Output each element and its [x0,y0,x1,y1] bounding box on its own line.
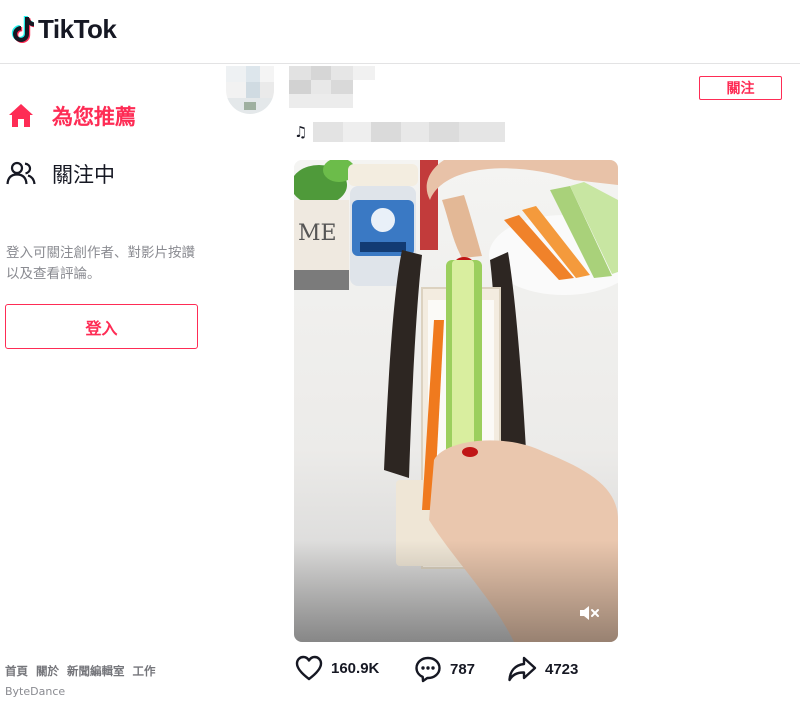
sidebar-item-following[interactable]: 關注中 [6,159,115,189]
svg-text:ME: ME [298,221,337,246]
footer-link-newsroom[interactable]: 新聞編輯室 [67,663,125,679]
footer-link-careers[interactable]: 工作 [133,663,156,679]
share-button[interactable]: 4723 [507,655,578,683]
footer-link-home[interactable]: 首頁 [5,663,28,679]
sidebar: 為您推薦 關注中 登入可關注創作者、對影片按讚以及查看評論。 登入 首頁 關於 … [0,65,215,703]
tiktok-logo[interactable]: TikTok [10,14,117,45]
top-bar: TikTok [0,0,800,64]
video-player[interactable]: ME [294,160,618,642]
home-icon [6,101,36,131]
footer-link-about[interactable]: 關於 [36,663,59,679]
author-name-redacted[interactable] [289,66,375,108]
login-tip-text: 登入可關注創作者、對影片按讚以及查看評論。 [6,245,195,282]
music-row[interactable]: ♫ [294,122,506,142]
like-button[interactable]: 160.9K [295,655,379,681]
comment-button[interactable]: 787 [414,655,475,683]
music-title-redacted [313,122,506,142]
sidebar-item-for-you[interactable]: 為您推薦 [6,101,136,131]
sidebar-item-label: 關注中 [52,163,115,187]
tiktok-note-icon [11,15,34,43]
sidebar-item-label: 為您推薦 [52,105,136,129]
music-note-icon: ♫ [294,123,308,141]
video-frame-image: ME [294,160,618,642]
author-avatar[interactable] [226,66,274,114]
mute-icon[interactable] [578,604,600,622]
share-count: 4723 [545,660,579,678]
login-button[interactable]: 登入 [5,304,198,349]
heart-icon [295,655,323,681]
users-icon [6,159,36,189]
comment-count: 787 [450,660,476,678]
like-count: 160.9K [331,659,380,677]
copyright-text: ByteDance [5,685,66,698]
logo-text: TikTok [38,14,117,44]
footer-links: 首頁 關於 新聞編輯室 工作 [5,663,156,679]
follow-button[interactable]: 關注 [699,76,782,100]
share-arrow-icon [508,656,537,682]
comment-icon [415,656,441,683]
